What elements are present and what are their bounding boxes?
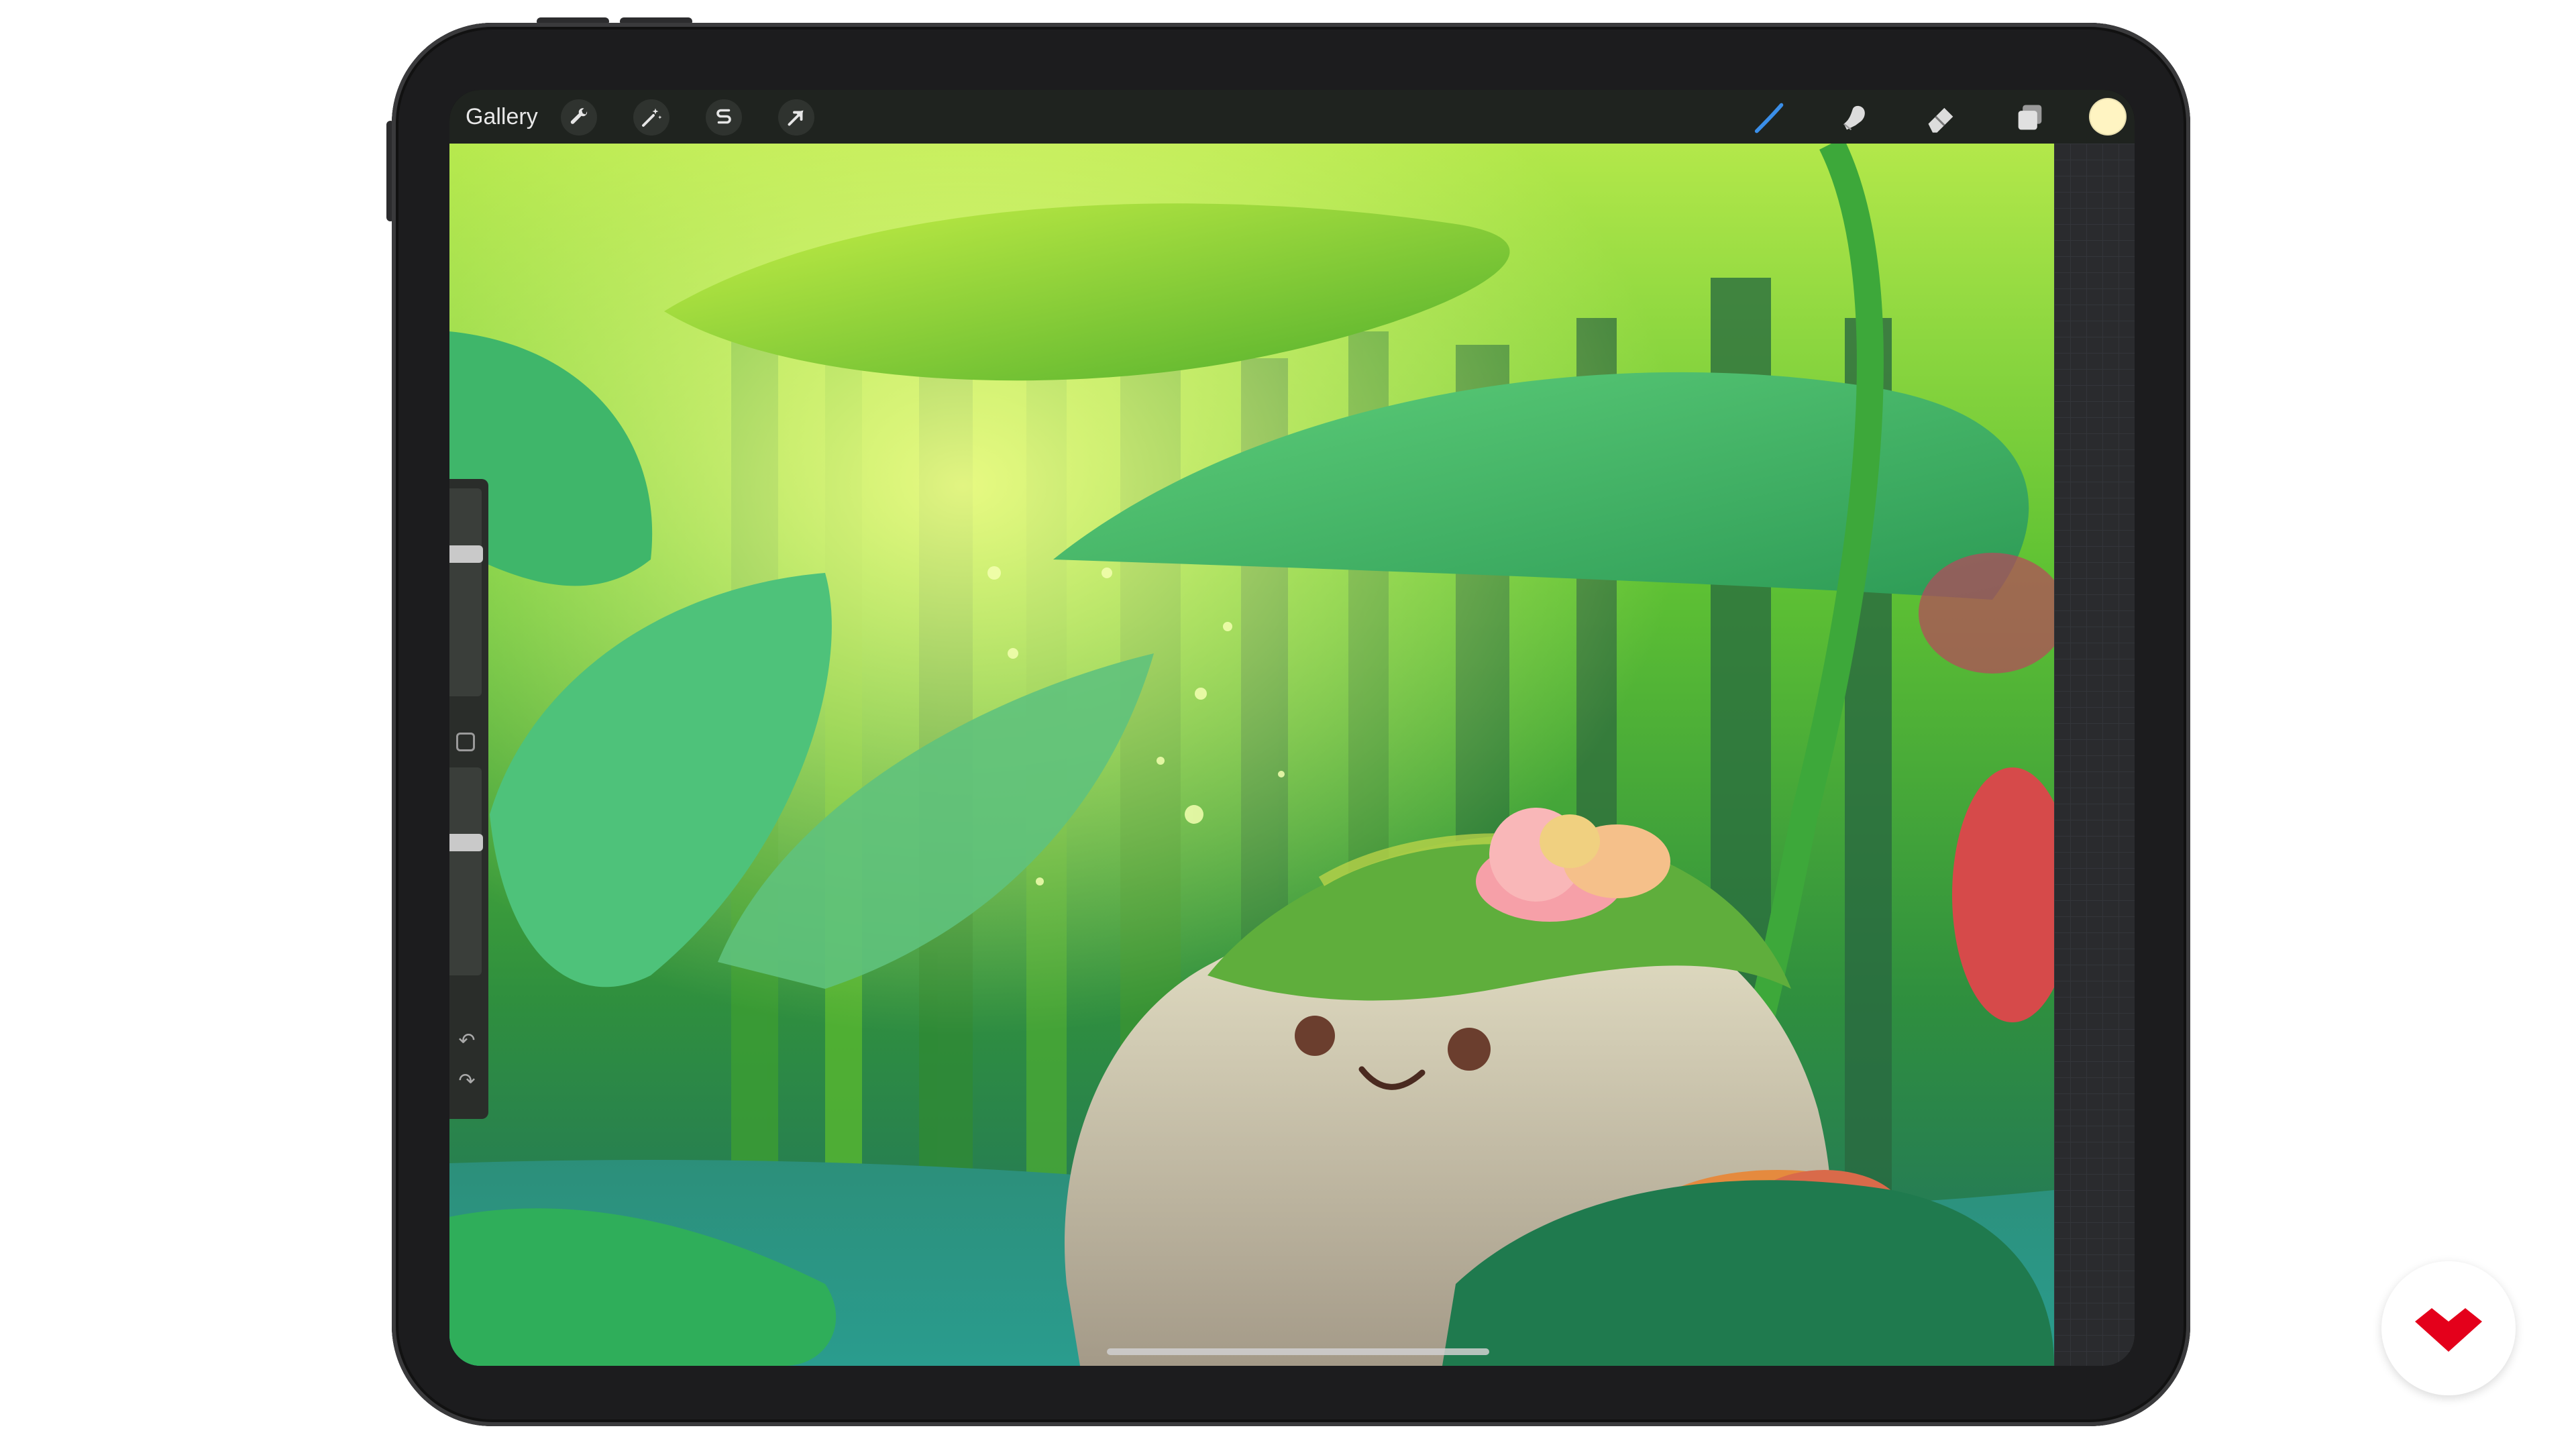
domestika-heart-icon [2415, 1308, 2482, 1352]
opacity-slider[interactable] [449, 767, 482, 975]
brush-size-slider[interactable] [449, 488, 482, 696]
wrench-icon [570, 108, 588, 124]
smudge-tool-button[interactable] [1837, 99, 1874, 137]
undo-icon[interactable]: ↶ [455, 1029, 479, 1053]
home-indicator [1107, 1348, 1489, 1355]
gallery-button[interactable]: Gallery [462, 102, 542, 131]
actions-button[interactable] [561, 99, 597, 136]
eraser-tool-button[interactable] [1923, 99, 1960, 137]
modify-button[interactable] [456, 733, 475, 751]
eraser-icon [1928, 107, 1953, 133]
color-picker-button[interactable] [2090, 99, 2125, 134]
brush-size-handle[interactable] [449, 545, 483, 564]
brush-tool-button[interactable] [1750, 99, 1787, 137]
top-toolbar: Gallery [449, 90, 2135, 144]
domestika-logo [2381, 1261, 2516, 1395]
left-sidebar: ↶ ↷ [449, 479, 488, 1119]
magic-wand-icon [642, 108, 662, 127]
smudge-finger-icon [1843, 105, 1865, 131]
ipad-screen: Gallery ↶ ↷ [449, 90, 2135, 1366]
transform-button[interactable] [778, 99, 814, 136]
layers-icon [2018, 105, 2042, 130]
selection-button[interactable] [706, 99, 742, 136]
selection-s-icon [716, 109, 731, 124]
layers-button[interactable] [2011, 99, 2049, 137]
adjustments-button[interactable] [633, 99, 669, 136]
redo-icon[interactable]: ↷ [455, 1069, 479, 1093]
drawing-canvas[interactable] [449, 144, 2054, 1366]
artwork-illustration [449, 144, 2054, 1366]
arrow-cursor-icon [788, 110, 804, 126]
brush-icon [1754, 103, 1784, 133]
canvas-offscreen-area [2054, 144, 2135, 1366]
opacity-handle[interactable] [449, 834, 483, 852]
